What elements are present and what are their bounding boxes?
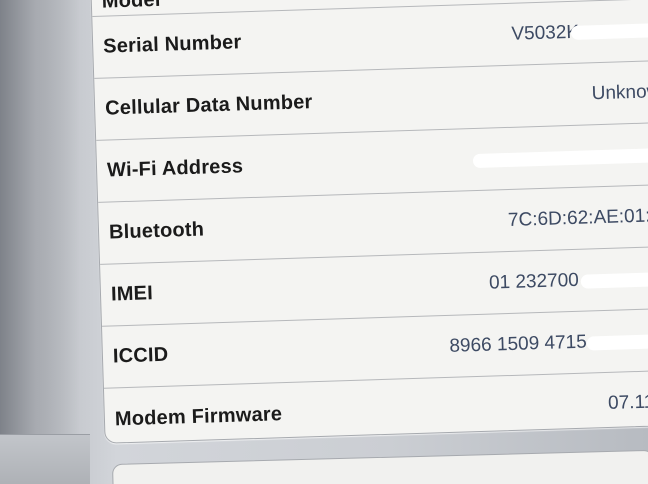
redaction-mark: [586, 333, 648, 351]
redaction-mark: [580, 271, 648, 289]
iccid-text: 8966 1509 4715: [449, 331, 588, 357]
row-iccid-label: ICCID: [112, 343, 169, 368]
row-imei-value: 01 232700: [489, 266, 648, 294]
row-modem-firmware-label: Modem Firmware: [114, 402, 283, 430]
row-serial-number-value: V5032K: [511, 18, 648, 45]
redaction-mark: [472, 147, 648, 168]
imei-text: 01 232700: [488, 269, 580, 294]
next-settings-group: [112, 449, 648, 484]
row-bluetooth-label: Bluetooth: [108, 218, 205, 244]
row-serial-number-label: Serial Number: [102, 31, 242, 58]
row-wifi-address-label: Wi-Fi Address: [106, 155, 244, 182]
serial-number-text: V5032K: [511, 21, 580, 45]
row-imei-label: IMEI: [110, 282, 154, 306]
screen: Model Serial Number V5032K Cellular Data…: [0, 0, 648, 484]
left-panel-edge: [0, 0, 80, 484]
row-wifi-address-value: [472, 142, 648, 170]
redaction-mark: [570, 22, 648, 40]
row-modem-firmware-value: 07.11.01: [607, 390, 648, 414]
row-bluetooth-value: 7C:6D:62:AE:01:9D: [507, 204, 648, 231]
about-info-group: Model Serial Number V5032K Cellular Data…: [90, 0, 648, 444]
row-model-label: Model: [101, 0, 161, 13]
row-cellular-data-number-value: Unknown: [591, 80, 648, 104]
row-iccid-value: 8966 1509 4715: [449, 328, 648, 357]
row-cellular-data-number-label: Cellular Data Number: [104, 91, 313, 120]
left-panel-bottom: [0, 434, 90, 484]
